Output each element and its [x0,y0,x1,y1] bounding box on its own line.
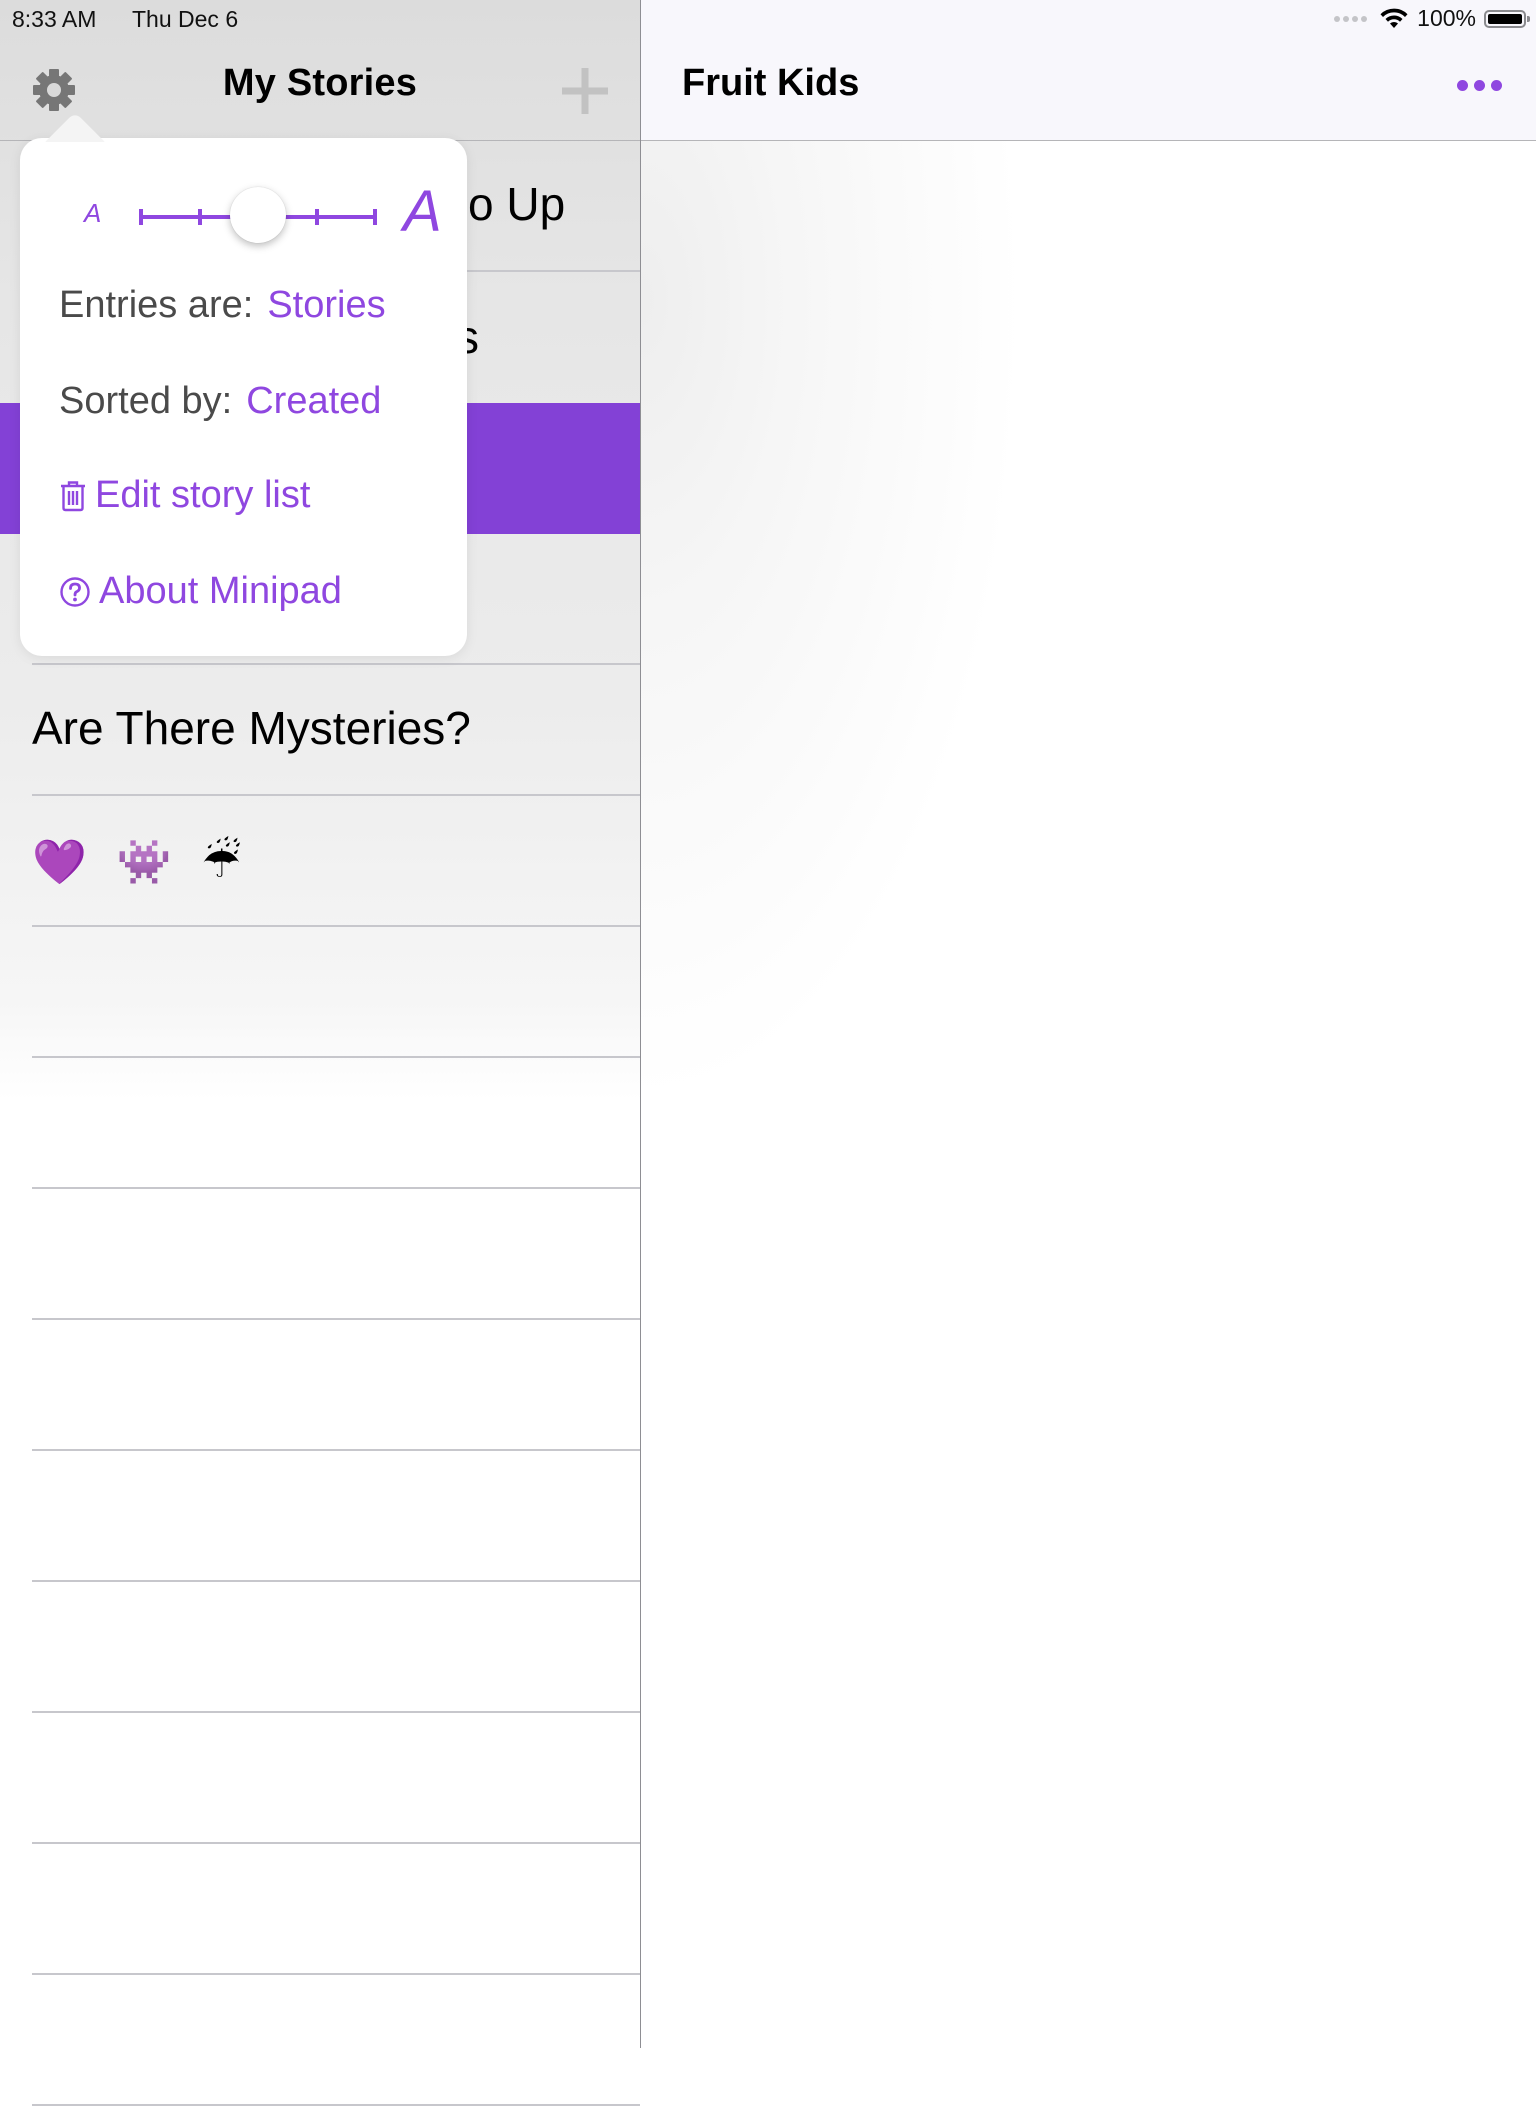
ellipsis-icon [1457,80,1468,91]
settings-popover: A A Entries are: Stories Sorted by: Create… [20,138,467,656]
wifi-icon [1380,8,1408,28]
font-size-slider[interactable]: A A [60,178,450,258]
more-options-button[interactable] [1457,80,1502,91]
story-detail-pane: Fruit Kids [641,0,1536,2048]
slider-tick [197,209,202,225]
entries-setting: Entries are: Stories [59,284,386,327]
story-row[interactable] [0,1844,640,1975]
slider-track[interactable] [139,187,377,243]
story-list-title: My Stories [222,62,418,104]
sort-setting: Sorted by: Created [59,380,381,423]
trash-icon [61,480,85,511]
battery-icon [1484,9,1530,28]
story-row[interactable] [0,1320,640,1451]
story-row[interactable] [0,1451,640,1582]
slider-tick [373,209,377,225]
slider-tick [139,209,143,225]
edit-story-list-button[interactable]: Edit story list [59,474,310,517]
story-row[interactable]: Are There Mysteries? [0,665,640,796]
story-row[interactable] [0,1582,640,1713]
plus-icon [562,68,608,114]
edit-story-list-label: Edit story list [95,474,311,516]
story-row[interactable] [0,1058,640,1189]
status-indicators: 100% [1334,5,1530,32]
large-font-icon: A [403,179,442,244]
status-time: 8:33 AM [12,6,97,32]
small-font-icon: A [84,198,102,228]
story-row[interactable] [0,1713,640,1844]
story-emoji-title: 💜 👾 ☔ [32,837,249,888]
story-row[interactable]: 💜 👾 ☔ [0,796,640,927]
story-row[interactable] [0,1975,640,2106]
popover-arrow [40,112,110,142]
cellular-signal-icon [1334,15,1368,22]
status-bar: 8:33 AM Thu Dec 6 100% [0,0,1536,40]
entries-label: Entries are: [59,284,254,326]
battery-percent: 100% [1417,5,1476,31]
about-minipad-button[interactable]: About Minipad [59,570,342,613]
slider-thumb[interactable] [230,187,286,243]
about-minipad-label: About Minipad [99,570,342,612]
story-row[interactable] [0,1189,640,1320]
status-date: Thu Dec 6 [132,6,239,32]
sorted-value-button[interactable]: Created [246,380,381,422]
story-content-area[interactable] [641,141,1536,2048]
help-circle-icon [60,576,90,607]
slider-tick [314,209,319,225]
sorted-label: Sorted by: [59,380,233,422]
story-row[interactable] [0,927,640,1058]
story-title: o Up [468,178,566,230]
story-title: Fruit Kids [682,62,860,104]
add-story-button[interactable] [562,68,608,114]
entries-value-button[interactable]: Stories [267,284,385,326]
story-title: Are There Mysteries? [32,702,471,754]
